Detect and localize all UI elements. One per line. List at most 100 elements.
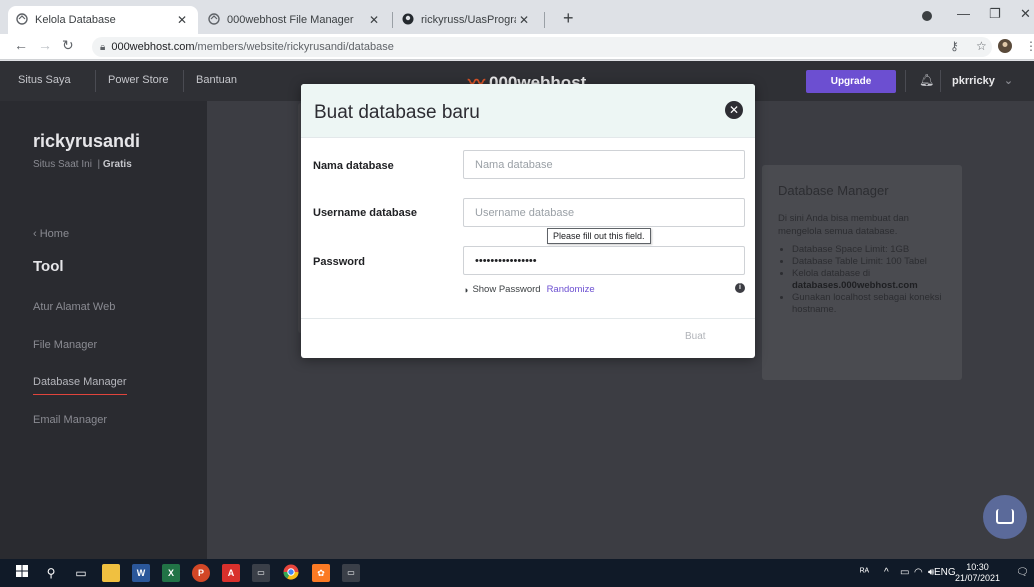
nav-power-store[interactable]: Power Store (108, 74, 169, 86)
list-item: Kelola database di databases.000webhost.… (792, 268, 946, 292)
database-name-label: Nama database (313, 160, 394, 172)
site-label: Situs Saat Ini (33, 159, 92, 170)
sidebar-item-file-manager[interactable]: File Manager (33, 339, 97, 351)
show-password-toggle[interactable]: Show Password (472, 284, 540, 295)
current-site-plan: Situs Saat Ini | Gratis (33, 159, 132, 170)
close-tab-icon[interactable]: ✕ (174, 13, 190, 27)
restore-icon[interactable]: ❐ (989, 6, 1001, 22)
sidebar-item-email-manager[interactable]: Email Manager (33, 414, 107, 426)
info-card-description: Di sini Anda bisa membuat dan mengelola … (778, 213, 909, 237)
chat-widget-button[interactable] (983, 495, 1027, 539)
acrobat-icon[interactable]: A (222, 564, 240, 582)
password-options: ◑ Show Password Randomize (463, 284, 595, 295)
bell-icon[interactable]: 🔔︎ (919, 73, 934, 87)
upgrade-button[interactable]: Upgrade (806, 70, 896, 93)
tab-file-manager[interactable]: 000webhost File Manager ✕ (200, 6, 390, 34)
chrome-icon[interactable] (282, 564, 300, 582)
profile-icon[interactable] (921, 6, 933, 25)
modal-title: Buat database baru (314, 102, 480, 123)
browser-toolbar: ← → ↻ 🔒︎ 000webhost.com/members/website/… (0, 34, 1034, 60)
validation-tooltip: Please fill out this field. (547, 228, 651, 244)
eye-slash-icon: ◑ (463, 284, 469, 295)
close-tab-icon[interactable]: ✕ (516, 13, 532, 27)
nav-bantuan[interactable]: Bantuan (196, 74, 237, 86)
terminal-icon[interactable]: ▭ (252, 564, 270, 582)
reload-icon[interactable]: ↻ (62, 37, 74, 54)
close-window-icon[interactable]: ✕ (1020, 6, 1031, 22)
modal-header: Buat database baru ✕ (301, 84, 755, 138)
url-path: /members/website/rickyrusandi/database (194, 41, 394, 53)
create-database-modal: Buat database baru ✕ Nama database Usern… (301, 84, 755, 358)
github-icon (402, 13, 414, 28)
nav-situs-saya[interactable]: Situs Saya (18, 74, 71, 86)
bookmark-star-icon[interactable]: ☆ (976, 39, 987, 53)
menu-icon[interactable]: ⋮ (1025, 39, 1034, 53)
language-indicator[interactable]: ENG (934, 567, 956, 578)
username: pkrricky (952, 75, 995, 87)
tab-kelola-database[interactable]: Kelola Database ✕ (8, 6, 198, 34)
password-label: Password (313, 256, 365, 268)
browser-tab-strip: Kelola Database ✕ 000webhost File Manage… (0, 0, 1034, 34)
time: 10:30 (966, 562, 989, 572)
create-button[interactable]: Buat (685, 331, 706, 342)
terminal-icon[interactable]: ▭ (342, 564, 360, 582)
clock[interactable]: 10:30 21/07/2021 (955, 562, 1000, 584)
list-item: Database Table Limit: 100 Tabel (792, 256, 946, 268)
globe-icon (16, 12, 28, 28)
windows-start-icon[interactable] (13, 564, 31, 582)
password-input[interactable] (463, 246, 745, 275)
randomize-link[interactable]: Randomize (547, 284, 595, 295)
task-view-icon[interactable]: ▭ (72, 564, 90, 582)
word-icon[interactable]: W (132, 564, 150, 582)
key-icon[interactable]: ⚷ (950, 39, 959, 53)
notifications-icon[interactable]: 🗨︎ (1016, 567, 1029, 578)
sidebar-home-link[interactable]: ‹ Home (33, 228, 69, 240)
people-icon[interactable]: ᴿᴬ (860, 567, 869, 578)
tab-github[interactable]: rickyruss/UasProgram: Iuran Kas ✕ (394, 6, 540, 34)
sidebar-item-atur-alamat-web[interactable]: Atur Alamat Web (33, 301, 115, 313)
info-card-title: Database Manager (778, 183, 889, 198)
lock-icon: 🔒︎ (100, 41, 106, 53)
forward-icon[interactable]: → (38, 37, 52, 53)
list-item-text: Kelola database di (792, 268, 871, 279)
tab-divider (392, 12, 393, 28)
xampp-icon[interactable]: ✿ (312, 564, 330, 582)
excel-icon[interactable]: X (162, 564, 180, 582)
database-username-input[interactable] (463, 198, 745, 227)
tab-title: rickyruss/UasProgram: Iuran Kas (421, 14, 516, 26)
database-username-label: Username database (313, 207, 417, 219)
close-icon[interactable]: ✕ (725, 101, 743, 119)
search-icon[interactable]: ⚲ (42, 564, 60, 582)
windows-taskbar: ⚲ ▭ W X P A ▭ ✿ ▭ ᴿᴬ ^ ▭ ◠ 🔊︎ ENG 10:30 … (0, 559, 1034, 587)
user-menu[interactable]: pkrricky ⌄ (952, 74, 1013, 87)
database-manager-info-card: Database Manager Di sini Anda bisa membu… (762, 165, 962, 380)
divider (183, 70, 184, 92)
home-label: Home (39, 228, 70, 240)
tab-title: Kelola Database (35, 14, 116, 26)
divider (940, 70, 941, 92)
new-tab-button[interactable]: + (563, 8, 574, 29)
divider (95, 70, 96, 92)
database-host-link: databases.000webhost.com (792, 280, 918, 291)
minimize-icon[interactable]: — (957, 6, 970, 21)
plan-name: Gratis (102, 159, 132, 170)
site-owner-name: rickyrusandi (33, 131, 141, 151)
date: 21/07/2021 (955, 573, 1001, 583)
address-bar[interactable]: 🔒︎ 000webhost.com/members/website/rickyr… (92, 37, 992, 57)
powerpoint-icon[interactable]: P (192, 564, 210, 582)
chevron-down-icon: ⌄ (1003, 75, 1014, 87)
info-icon[interactable]: i (735, 283, 745, 293)
chat-icon (996, 509, 1014, 524)
database-name-input[interactable] (463, 150, 745, 179)
avatar[interactable] (998, 39, 1012, 56)
sidebar: rickyrusandi Situs Saat Ini | Gratis ‹ H… (0, 101, 207, 559)
modal-footer: Buat (301, 318, 755, 358)
file-explorer-icon[interactable] (102, 564, 120, 582)
back-icon[interactable]: ← (14, 37, 28, 53)
list-item: Database Space Limit: 1GB (792, 244, 946, 256)
network-icon[interactable]: ◠ (914, 567, 923, 578)
close-tab-icon[interactable]: ✕ (366, 13, 382, 27)
battery-icon[interactable]: ▭ (900, 567, 909, 578)
sidebar-item-database-manager[interactable]: Database Manager (33, 376, 127, 395)
chevron-up-icon[interactable]: ^ (884, 567, 889, 578)
